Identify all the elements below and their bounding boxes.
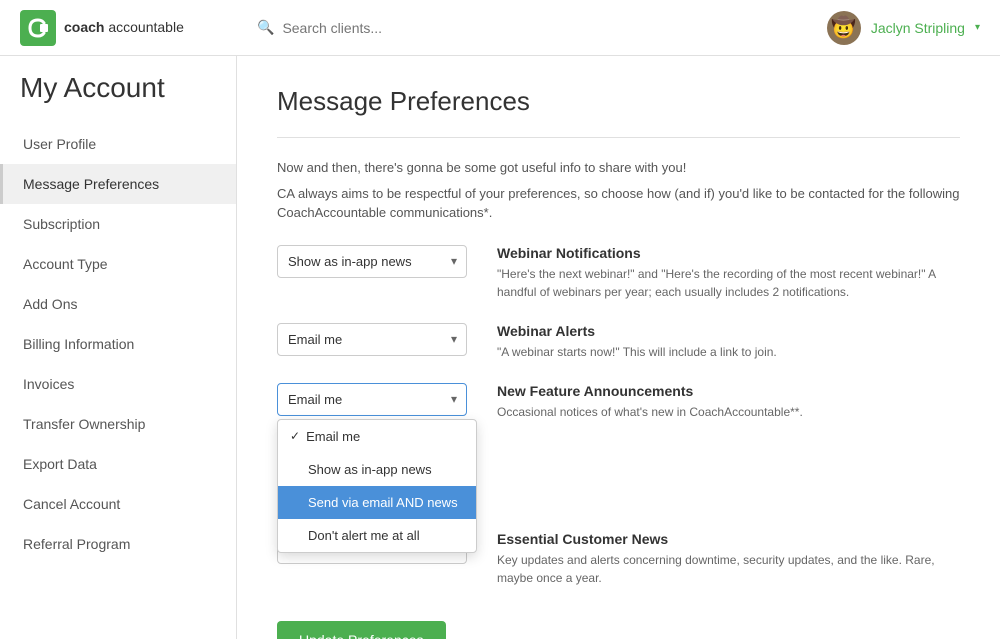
pref-label-new-feature: New Feature Announcements: [497, 383, 960, 399]
pref-desc-webinar-alerts: "A webinar starts now!" This will includ…: [497, 343, 960, 361]
pref-right-webinar-alerts: Webinar Alerts "A webinar starts now!" T…: [497, 323, 960, 361]
sidebar-item-cancel-account[interactable]: Cancel Account: [0, 484, 236, 524]
pref-row-new-feature: Email me Show as in-app news Send via em…: [277, 383, 960, 421]
select-wrapper-new-feature: Email me Show as in-app news Send via em…: [277, 383, 467, 416]
dropdown-item-dont-alert[interactable]: Don't alert me at all: [278, 519, 476, 552]
logo-icon: [20, 10, 56, 46]
sidebar-item-export-data[interactable]: Export Data: [0, 444, 236, 484]
search-area: 🔍: [257, 19, 827, 36]
user-menu[interactable]: 🤠 Jaclyn Stripling ▾: [827, 11, 980, 45]
pref-label-webinar-alerts: Webinar Alerts: [497, 323, 960, 339]
intro-text-2: CA always aims to be respectful of your …: [277, 184, 960, 223]
sidebar-item-referral-program[interactable]: Referral Program: [0, 524, 236, 564]
section-divider: [277, 137, 960, 138]
sidebar-item-add-ons[interactable]: Add Ons: [0, 284, 236, 324]
dropdown-item-send-via-email-news[interactable]: Send via email AND news: [278, 486, 476, 519]
user-name: Jaclyn Stripling: [871, 20, 965, 36]
sidebar-item-billing-information[interactable]: Billing Information: [0, 324, 236, 364]
pref-left-webinar-notifications: Email me Show as in-app news Send via em…: [277, 245, 477, 278]
sidebar-title: My Account: [0, 72, 236, 124]
pref-left-new-feature: Email me Show as in-app news Send via em…: [277, 383, 477, 416]
logo-area: coach accountable: [20, 10, 257, 46]
pref-desc-webinar-notifications: "Here's the next webinar!" and "Here's t…: [497, 265, 960, 301]
search-input[interactable]: [282, 20, 482, 36]
select-webinar-notifications[interactable]: Email me Show as in-app news Send via em…: [277, 245, 467, 278]
pref-row-webinar-alerts: Email me Show as in-app news Send via em…: [277, 323, 960, 361]
search-icon: 🔍: [257, 19, 274, 36]
update-preferences-button[interactable]: Update Preferences: [277, 621, 446, 639]
select-wrapper-webinar-notifications: Email me Show as in-app news Send via em…: [277, 245, 467, 278]
sidebar: My Account User Profile Message Preferen…: [0, 56, 237, 639]
pref-row-webinar-notifications: Email me Show as in-app news Send via em…: [277, 245, 960, 301]
avatar: 🤠: [827, 11, 861, 45]
main-layout: My Account User Profile Message Preferen…: [0, 56, 1000, 639]
sidebar-item-invoices[interactable]: Invoices: [0, 364, 236, 404]
top-nav: coach accountable 🔍 🤠 Jaclyn Stripling ▾: [0, 0, 1000, 56]
pref-desc-essential-news: Key updates and alerts concerning downti…: [497, 551, 960, 587]
dropdown-item-email-me[interactable]: Email me: [278, 420, 476, 453]
sidebar-item-transfer-ownership[interactable]: Transfer Ownership: [0, 404, 236, 444]
sidebar-item-message-preferences[interactable]: Message Preferences: [0, 164, 236, 204]
sidebar-item-subscription[interactable]: Subscription: [0, 204, 236, 244]
pref-right-webinar-notifications: Webinar Notifications "Here's the next w…: [497, 245, 960, 301]
dropdown-item-show-in-app[interactable]: Show as in-app news: [278, 453, 476, 486]
logo-text: coach accountable: [64, 19, 184, 35]
sidebar-item-user-profile[interactable]: User Profile: [0, 124, 236, 164]
pref-label-webinar-notifications: Webinar Notifications: [497, 245, 960, 261]
chevron-down-icon: ▾: [975, 22, 980, 33]
select-webinar-alerts[interactable]: Email me Show as in-app news Send via em…: [277, 323, 467, 356]
pref-desc-new-feature: Occasional notices of what's new in Coac…: [497, 403, 960, 421]
main-content: Message Preferences Now and then, there'…: [237, 56, 1000, 639]
select-wrapper-webinar-alerts: Email me Show as in-app news Send via em…: [277, 323, 467, 356]
dropdown-overlay-new-feature: Email me Show as in-app news Send via em…: [277, 419, 477, 553]
sidebar-item-account-type[interactable]: Account Type: [0, 244, 236, 284]
pref-left-webinar-alerts: Email me Show as in-app news Send via em…: [277, 323, 477, 356]
pref-right-new-feature: New Feature Announcements Occasional not…: [497, 383, 960, 421]
select-new-feature[interactable]: Email me Show as in-app news Send via em…: [277, 383, 467, 416]
page-title: Message Preferences: [277, 86, 960, 117]
pref-right-essential-news: Essential Customer News Key updates and …: [497, 531, 960, 587]
intro-text-1: Now and then, there's gonna be some got …: [277, 158, 960, 178]
pref-label-essential-news: Essential Customer News: [497, 531, 960, 547]
